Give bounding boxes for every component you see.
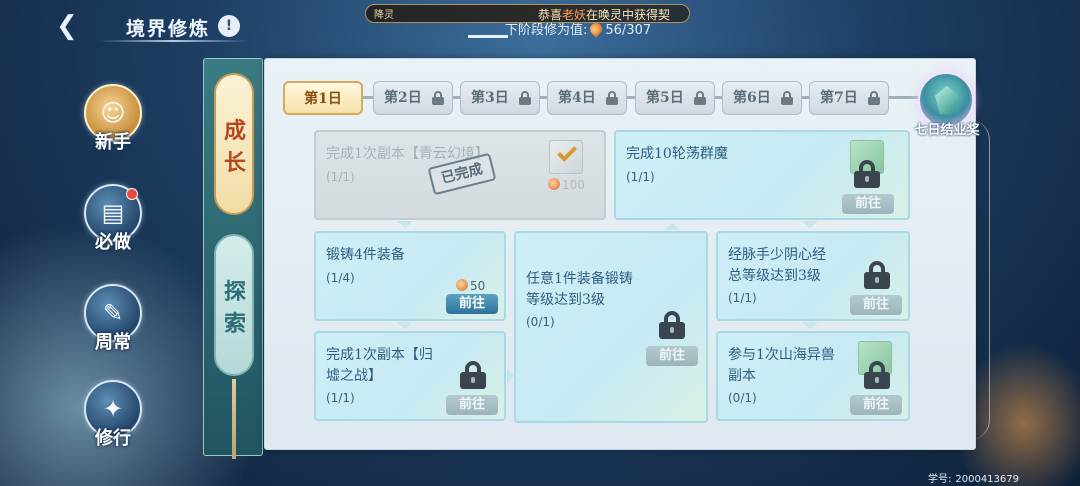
reward-amount: 50 — [456, 279, 485, 293]
flow-arrow-down — [397, 221, 413, 228]
go-button[interactable]: 前往 — [646, 346, 698, 366]
task-title: 完成10轮荡群魔 — [626, 146, 728, 162]
page-title: 境界修炼 — [126, 18, 211, 40]
task-card-demon-waves: 完成10轮荡群魔 (1/1) 前往 — [614, 130, 910, 220]
flow-arrow-down — [802, 322, 818, 329]
task-progress: (1/1) — [326, 391, 355, 405]
tab-day-5[interactable]: 第5日 — [635, 81, 715, 115]
flow-arrow-up — [664, 223, 680, 230]
go-button[interactable]: 前往 — [446, 395, 498, 415]
tab-day-1[interactable]: 第1日 — [283, 81, 363, 115]
tab-day-7[interactable]: 第7日 — [809, 81, 889, 115]
lock-icon — [659, 311, 685, 339]
info-icon: ! — [225, 18, 233, 34]
go-button[interactable]: 前往 — [850, 295, 902, 315]
reward-amount: 100 — [548, 178, 585, 192]
flow-arrow-right — [507, 368, 514, 384]
day-connector — [363, 96, 373, 99]
nav-label: 周常 — [95, 332, 131, 353]
lock-icon — [854, 160, 880, 188]
nav-label: 新手 — [95, 132, 131, 153]
lock-icon — [519, 91, 531, 105]
flame-icon — [587, 20, 605, 38]
back-arrow-icon: ❮ — [56, 11, 78, 41]
nav-item-required[interactable]: ▤ 必做 — [78, 184, 148, 254]
announcement-tag: 降灵 — [374, 10, 394, 21]
go-button[interactable]: 前往 — [850, 395, 902, 415]
tab-explore[interactable]: 探索 — [214, 234, 254, 376]
check-icon — [557, 142, 577, 162]
task-progress: (1/1) — [326, 170, 355, 184]
cultivation-progress: 下阶段修为值: 56/307 — [505, 19, 651, 38]
back-button[interactable]: ❮ — [56, 12, 80, 40]
coin-icon — [456, 279, 468, 291]
flow-arrow-down — [802, 221, 818, 228]
nav-item-practice[interactable]: ✦ 修行 — [78, 380, 148, 450]
nav-item-novice[interactable]: ☺ 新手 — [78, 84, 148, 154]
task-title: 经脉手少阴心经 总等级达到3级 — [728, 247, 826, 284]
task-progress: (0/1) — [728, 391, 757, 405]
task-progress: (1/1) — [728, 291, 757, 305]
lock-icon — [606, 91, 618, 105]
task-card-forge-equipment: 锻铸4件装备 (1/4) 50 前往 — [314, 231, 506, 321]
reward-item-icon — [549, 140, 583, 174]
decorative-vine — [970, 120, 990, 440]
flow-arrow-down — [397, 322, 413, 329]
tab-day-6[interactable]: 第6日 — [722, 81, 802, 115]
coin-icon — [548, 178, 560, 190]
day-connector — [889, 96, 919, 99]
task-progress: (1/4) — [326, 271, 355, 285]
task-progress: (1/1) — [626, 170, 655, 184]
task-card-forge-level: 任意1件装备锻铸 等级达到3级 (0/1) 前往 — [514, 231, 708, 423]
tab-day-2[interactable]: 第2日 — [373, 81, 453, 115]
notification-dot — [126, 188, 138, 200]
go-button[interactable]: 前往 — [842, 194, 894, 214]
tassel-decoration — [232, 379, 236, 459]
cultivation-bar — [468, 35, 508, 38]
lock-icon — [868, 91, 880, 105]
cultivation-value: 56/307 — [605, 23, 652, 38]
category-tab-column: 成长 探索 — [203, 58, 263, 459]
lock-icon — [432, 91, 444, 105]
tab-day-4[interactable]: 第4日 — [547, 81, 627, 115]
task-card-guixu-battle: 完成1次副本【归 墟之战】 (1/1) 前往 — [314, 331, 506, 421]
go-button[interactable]: 前往 — [446, 294, 498, 314]
task-title: 任意1件装备锻铸 等级达到3级 — [526, 271, 633, 308]
nav-item-weekly[interactable]: ✎ 周常 — [78, 284, 148, 354]
lock-icon — [864, 261, 890, 289]
lock-icon — [694, 91, 706, 105]
lock-icon — [460, 361, 486, 389]
task-card-mythic-beast: 参与1次山海异兽 副本 (0/1) 前往 — [716, 331, 910, 421]
cultivation-label: 下阶段修为值: — [505, 23, 588, 38]
tab-growth[interactable]: 成长 — [214, 73, 254, 215]
lock-icon — [781, 91, 793, 105]
nav-label: 必做 — [95, 232, 131, 253]
task-title: 参与1次山海异兽 副本 — [728, 347, 835, 384]
task-card-meridian: 经脉手少阴心经 总等级达到3级 (1/1) 前往 — [716, 231, 910, 321]
task-title: 锻铸4件装备 — [326, 247, 405, 263]
info-button[interactable]: ! — [218, 15, 240, 37]
title-underline — [98, 40, 248, 42]
tab-day-3[interactable]: 第3日 — [460, 81, 540, 115]
task-progress: (0/1) — [526, 315, 555, 329]
task-title: 完成1次副本【归 墟之战】 — [326, 347, 433, 384]
gem-icon — [935, 86, 959, 114]
lock-icon — [864, 361, 890, 389]
nav-label: 修行 — [95, 428, 131, 449]
student-id: 学号: 2000413679 — [928, 474, 1019, 485]
